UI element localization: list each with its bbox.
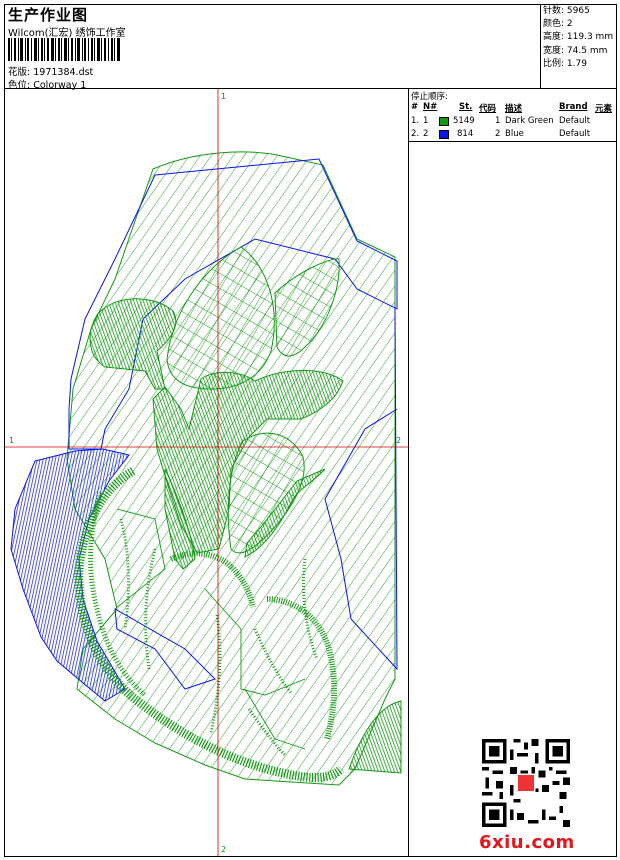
col-n: N# (423, 102, 438, 112)
color-swatch-blue (439, 130, 449, 139)
stat-scale: 比例: 1.79 (543, 58, 587, 69)
qr-code-icon (482, 739, 570, 827)
site-watermark: 6xiu.com (479, 832, 575, 853)
axis-label-left: 1 (9, 436, 15, 445)
col-stitches: St. (459, 102, 473, 112)
col-element: 元素 (595, 104, 613, 114)
stat-height: 高度: 119.3 mm (543, 32, 614, 43)
axis-label-top: 1 (221, 92, 227, 101)
stat-stitches: 针数: 5965 (543, 6, 590, 16)
embroidery-preview (5, 89, 409, 856)
stat-colors: 颜色: 2 (543, 19, 573, 30)
stop-sequence-panel: 停止顺序: # N# St. 代码 描述 Brand 元素 1. 1 5149 … (409, 89, 617, 856)
design-canvas[interactable]: 1 2 1 2 (5, 89, 409, 856)
axis-label-bottom: 2 (221, 845, 227, 854)
stat-width: 宽度: 74.5 mm (543, 45, 608, 56)
stats-panel: 针数: 5965 颜色: 2 高度: 119.3 mm 宽度: 74.5 mm … (541, 5, 617, 89)
design-file-line: 花版: 1971384.dst (8, 64, 93, 78)
header-panel: 生产作业图 Wilcom(汇宏) 绣饰工作室 花版: 1971384.dst 色… (5, 5, 541, 91)
barcode-icon (8, 38, 120, 61)
company-name: Wilcom(汇宏) 绣饰工作室 (8, 28, 126, 39)
axis-label-right: 2 (396, 436, 402, 445)
col-desc: 描述 (505, 104, 523, 114)
col-brand: Brand (559, 102, 588, 112)
col-index: # (411, 102, 419, 112)
color-swatch-green (439, 117, 449, 126)
page-title: 生产作业图 (8, 6, 89, 24)
stop-sequence-title: 停止顺序: (411, 92, 448, 102)
col-code: 代码 (479, 104, 497, 114)
production-sheet: 生产作业图 Wilcom(汇宏) 绣饰工作室 花版: 1971384.dst 色… (4, 4, 617, 857)
stop-sequence-table: 停止顺序: # N# St. 代码 描述 Brand 元素 1. 1 5149 … (409, 89, 617, 142)
